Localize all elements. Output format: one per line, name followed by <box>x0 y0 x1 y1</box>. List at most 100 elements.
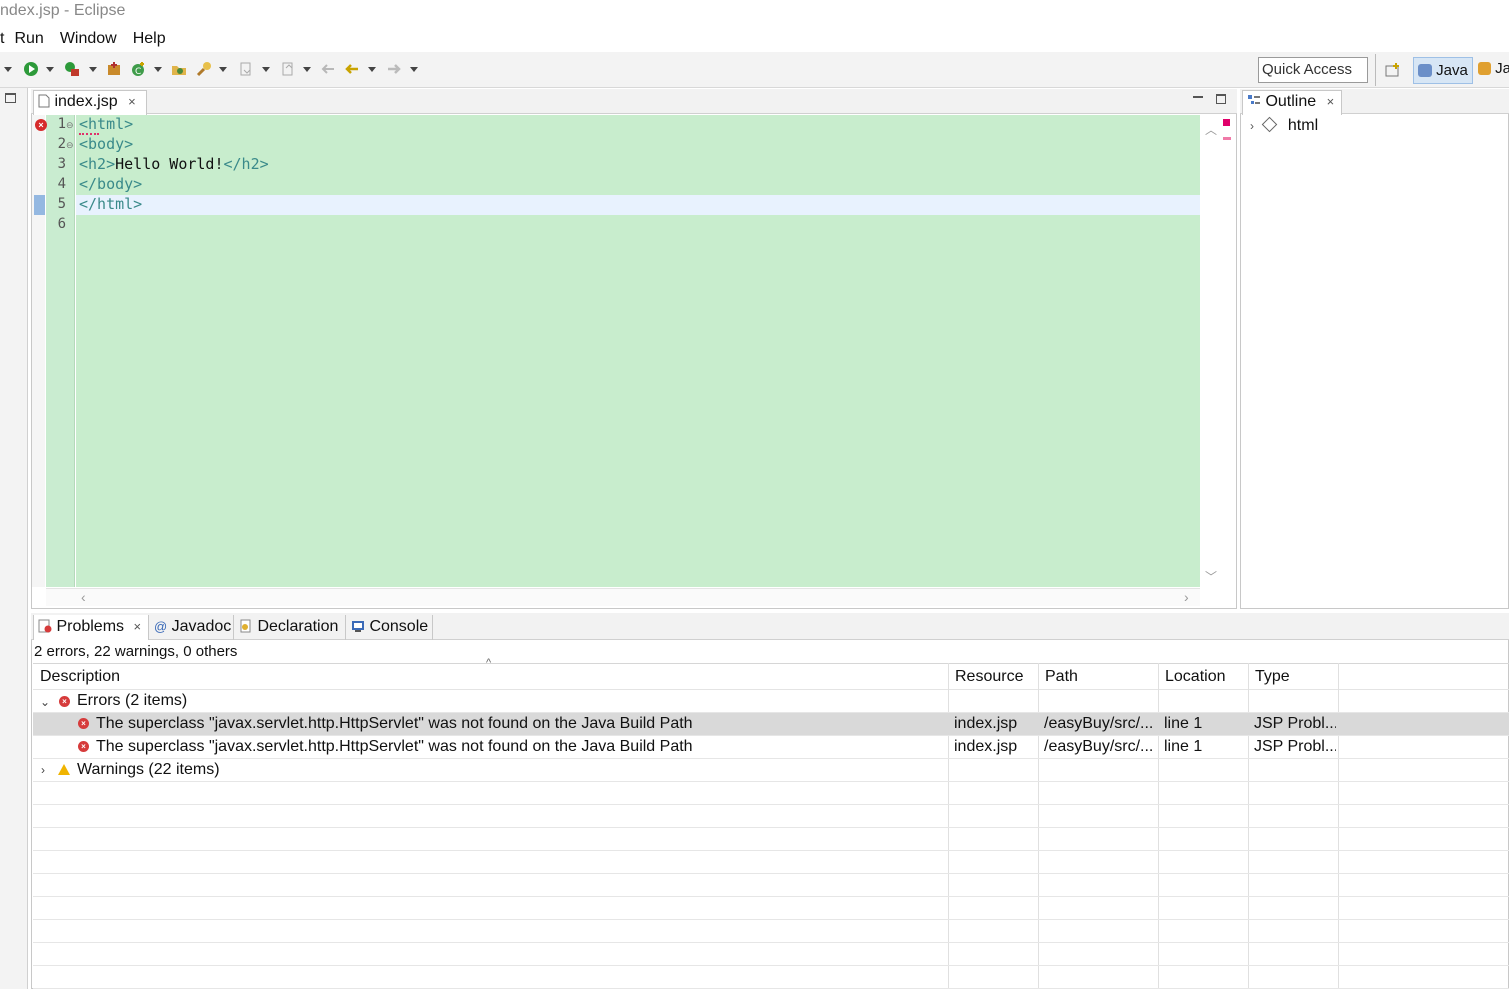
new-package-icon[interactable] <box>106 61 122 77</box>
chevron-down-icon[interactable] <box>154 67 162 72</box>
code-tag: <body> <box>79 135 134 153</box>
column-header-description[interactable]: Description <box>40 668 120 686</box>
chevron-down-icon[interactable] <box>410 67 418 72</box>
overview-error-marker[interactable] <box>1223 119 1230 126</box>
javaee-perspective-icon <box>1478 62 1491 75</box>
tab-javadoc[interactable]: @ Javadoc <box>150 615 234 640</box>
fold-icon[interactable]: ⊖ <box>66 120 74 131</box>
menu-item-run[interactable]: Run <box>14 30 43 50</box>
close-icon[interactable]: × <box>133 619 141 634</box>
row-path: /easyBuy/src/... <box>1044 738 1154 755</box>
code-line[interactable]: <html> <box>79 115 133 133</box>
horizontal-scrollbar[interactable] <box>46 588 1200 606</box>
new-class-icon[interactable]: C <box>130 61 146 77</box>
outline-item-label: html <box>1287 117 1319 134</box>
java-perspective-icon <box>1418 64 1432 77</box>
search-icon[interactable] <box>196 61 212 77</box>
tab-declaration[interactable]: Declaration <box>235 615 346 640</box>
column-header-resource[interactable]: Resource <box>955 668 1023 686</box>
row-description: The superclass "javax.servlet.http.HttpS… <box>96 738 693 755</box>
code-area[interactable] <box>76 115 1200 587</box>
menu-item-edit[interactable]: t <box>0 30 4 50</box>
column-header-path[interactable]: Path <box>1045 668 1078 686</box>
menu-item-window[interactable]: Window <box>60 30 117 50</box>
tab-outline[interactable]: Outline × <box>1242 90 1342 115</box>
line-number: 2 <box>57 136 66 152</box>
jsp-file-icon <box>38 94 50 108</box>
console-icon <box>352 621 364 632</box>
tab-console[interactable]: Console <box>347 615 433 640</box>
line-number: 1 <box>57 116 66 132</box>
toolbar-separator <box>1375 54 1376 86</box>
previous-annotation-icon[interactable] <box>280 61 296 77</box>
declaration-icon <box>240 619 251 633</box>
column-header-location[interactable]: Location <box>1165 668 1226 686</box>
outline-item-html[interactable]: › html <box>1250 116 1319 135</box>
editor-tab-bar <box>31 89 1237 114</box>
minimize-icon[interactable] <box>1193 96 1203 98</box>
svg-text:C: C <box>135 67 141 77</box>
back-arrow-icon[interactable] <box>344 61 360 77</box>
close-icon[interactable]: × <box>128 94 136 109</box>
menu-item-help[interactable]: Help <box>133 30 166 50</box>
current-line-marker <box>34 195 45 215</box>
tab-index-jsp[interactable]: index.jsp × <box>33 90 147 115</box>
fold-icon[interactable]: ⊖ <box>66 140 74 151</box>
forward-arrow-icon[interactable] <box>386 61 402 77</box>
quick-access-input[interactable]: Quick Access <box>1258 57 1368 83</box>
chevron-down-icon[interactable] <box>368 67 376 72</box>
code-line[interactable]: <h2>Hello World!</h2> <box>79 155 269 173</box>
window-title: ndex.jsp - Eclipse <box>0 2 126 19</box>
chevron-down-icon[interactable] <box>46 67 54 72</box>
tab-label: Problems <box>56 618 125 635</box>
chevron-right-icon[interactable]: › <box>41 763 45 777</box>
column-header-type[interactable]: Type <box>1255 668 1290 686</box>
error-icon: × <box>59 696 70 707</box>
tab-label: Outline <box>1265 93 1317 110</box>
restore-icon[interactable] <box>5 93 16 103</box>
code-line[interactable]: </html> <box>79 195 142 213</box>
chevron-down-icon[interactable]: ⌄ <box>40 695 50 709</box>
maximize-icon[interactable] <box>1216 94 1226 104</box>
close-icon[interactable]: × <box>1327 94 1335 109</box>
error-icon: × <box>78 741 89 752</box>
last-edit-icon[interactable] <box>320 61 336 77</box>
problems-summary: 2 errors, 22 warnings, 0 others <box>34 643 238 660</box>
group-errors-label[interactable]: Errors (2 items) <box>77 692 187 710</box>
row-divider <box>33 758 1509 759</box>
chevron-right-icon[interactable]: › <box>1250 119 1254 133</box>
row-location: line 1 <box>1164 715 1203 732</box>
chevron-right-icon[interactable]: › <box>1184 589 1189 605</box>
run-icon[interactable] <box>23 61 39 77</box>
open-type-icon[interactable] <box>171 61 187 77</box>
chevron-down-icon[interactable] <box>4 67 12 72</box>
overview-error-marker[interactable] <box>1223 137 1231 140</box>
chevron-down-icon[interactable] <box>219 67 227 72</box>
menu-bar: t Run Window Help <box>0 30 182 50</box>
open-perspective-icon[interactable] <box>1385 62 1401 78</box>
chevron-down-icon[interactable] <box>262 67 270 72</box>
perspective-javaee-button[interactable]: Ja <box>1478 60 1509 77</box>
left-trim-stack <box>0 88 28 989</box>
tab-label: Javadoc <box>171 618 232 635</box>
code-tag: </h2> <box>223 155 269 173</box>
perspective-javaee-label: Ja <box>1495 60 1509 77</box>
chevron-left-icon[interactable]: ‹ <box>81 589 86 605</box>
chevron-down-icon[interactable] <box>303 67 311 72</box>
code-tag: <html> <box>79 115 134 133</box>
outline-icon <box>1248 95 1260 104</box>
group-warnings-label[interactable]: Warnings (22 items) <box>77 761 220 779</box>
code-line[interactable]: </body> <box>79 175 142 193</box>
chevron-up-icon[interactable]: ︿ <box>1205 121 1217 138</box>
chevron-down-icon[interactable]: ﹀ <box>1205 568 1217 585</box>
code-line[interactable]: <body> <box>79 135 133 153</box>
tab-problems[interactable]: Problems × <box>33 615 149 640</box>
row-resource: index.jsp <box>954 715 1018 732</box>
current-line-highlight <box>76 195 1200 215</box>
chevron-down-icon[interactable] <box>89 67 97 72</box>
tab-label: Declaration <box>257 618 339 635</box>
external-tools-icon[interactable] <box>64 61 80 77</box>
code-tag: </body> <box>79 175 143 193</box>
perspective-java-button[interactable]: Java <box>1413 57 1473 84</box>
next-annotation-icon[interactable] <box>238 61 254 77</box>
